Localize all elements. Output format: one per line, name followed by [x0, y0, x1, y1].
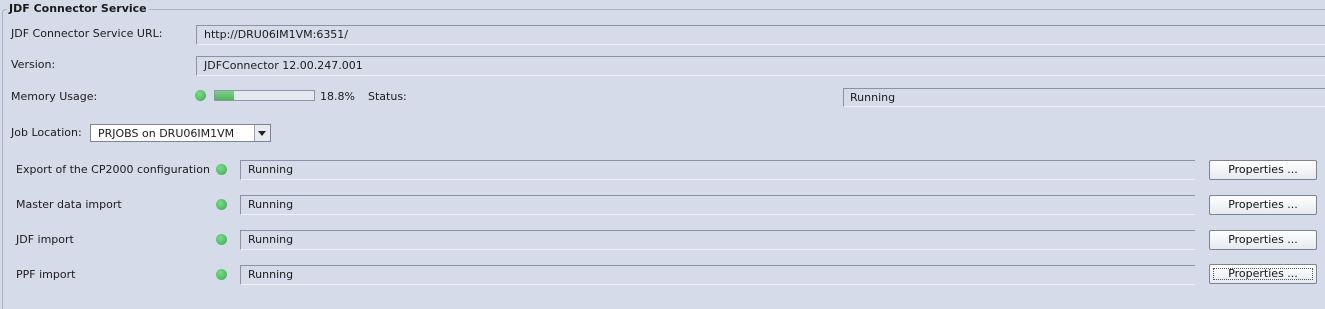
- version-field[interactable]: JDFConnector 12.00.247.001: [196, 56, 1325, 76]
- properties-button[interactable]: Properties ...: [1209, 195, 1317, 215]
- status-indicator-icon: [216, 199, 227, 210]
- service-status-field[interactable]: Running: [240, 195, 1195, 215]
- service-status-field[interactable]: Running: [240, 230, 1195, 250]
- status-indicator-icon: [216, 269, 227, 280]
- memory-percent: 18.8%: [320, 90, 355, 103]
- job-location-value: PRJOBS on DRU06IM1VM: [98, 127, 235, 140]
- memory-progress-bar: [214, 90, 315, 101]
- status-field[interactable]: Running: [843, 88, 1325, 107]
- job-location-select[interactable]: PRJOBS on DRU06IM1VM: [90, 124, 271, 142]
- service-name: Export of the CP2000 configuration: [16, 163, 210, 176]
- group-title: JDF Connector Service: [7, 2, 149, 15]
- status-indicator-icon: [216, 234, 227, 245]
- status-label: Status:: [368, 90, 407, 103]
- version-label: Version:: [11, 58, 56, 71]
- jdf-connector-group: [2, 9, 1325, 309]
- chevron-down-icon[interactable]: [254, 125, 270, 141]
- properties-button[interactable]: Properties ...: [1209, 160, 1317, 180]
- job-location-label: Job Location:: [11, 126, 82, 139]
- service-status-field[interactable]: Running: [240, 265, 1195, 285]
- memory-usage-label: Memory Usage:: [11, 90, 98, 103]
- service-url-label: JDF Connector Service URL:: [11, 27, 163, 40]
- status-indicator-icon: [216, 164, 227, 175]
- memory-progress-fill: [215, 91, 234, 100]
- service-name: Master data import: [16, 198, 122, 211]
- service-name: JDF import: [16, 233, 74, 246]
- properties-button[interactable]: Properties ...: [1209, 230, 1317, 250]
- service-name: PPF import: [16, 268, 76, 281]
- service-status-field[interactable]: Running: [240, 160, 1195, 180]
- properties-button[interactable]: Properties ...: [1209, 264, 1317, 284]
- service-url-field[interactable]: http://DRU06IM1VM:6351/: [196, 25, 1325, 45]
- memory-indicator-icon: [195, 90, 206, 101]
